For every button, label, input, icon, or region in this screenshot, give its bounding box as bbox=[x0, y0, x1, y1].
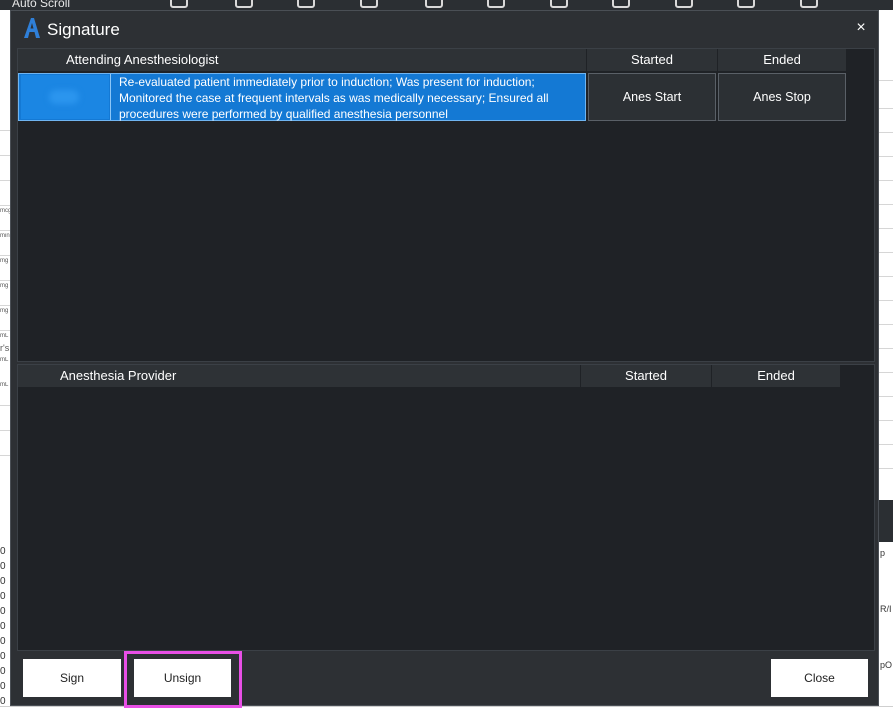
lungs-icon[interactable] bbox=[360, 0, 378, 8]
grid-line bbox=[879, 252, 893, 253]
grid-line bbox=[879, 468, 893, 469]
autoscroll-label[interactable]: Auto Scroll bbox=[12, 0, 70, 10]
grid-line bbox=[879, 372, 893, 373]
grid-line bbox=[879, 108, 893, 109]
grid-line bbox=[879, 324, 893, 325]
grid-line bbox=[879, 204, 893, 205]
provider-name-redacted bbox=[21, 75, 109, 119]
vial-icon[interactable] bbox=[550, 0, 568, 8]
grid-line bbox=[879, 420, 893, 421]
ended-header: Ended bbox=[712, 365, 840, 387]
background-toolbar: Auto Scroll bbox=[0, 0, 893, 10]
grid-value: 0 bbox=[0, 681, 6, 692]
grid-line bbox=[879, 132, 893, 133]
grid-line bbox=[879, 300, 893, 301]
grid-value: 0 bbox=[0, 561, 6, 572]
edit-icon[interactable] bbox=[737, 0, 755, 8]
signature-dialog: Signature × Attending Anesthesiologist S… bbox=[10, 10, 879, 708]
close-icon[interactable]: × bbox=[852, 19, 870, 37]
dialog-titlebar[interactable]: Signature × bbox=[11, 11, 878, 47]
ended-header: Ended bbox=[718, 49, 846, 71]
grid-value: 0 bbox=[0, 606, 6, 617]
grid-value: 0 bbox=[0, 621, 6, 632]
sign-button[interactable]: Sign bbox=[23, 659, 121, 697]
add-person-icon[interactable] bbox=[612, 0, 630, 8]
grid-line bbox=[879, 180, 893, 181]
attending-header: Attending Anesthesiologist bbox=[18, 49, 586, 71]
attending-panel: Attending Anesthesiologist Started Ended… bbox=[17, 48, 875, 362]
background-right-dark-strip bbox=[879, 500, 893, 542]
grid-line bbox=[879, 444, 893, 445]
grid-value: 0 bbox=[0, 576, 6, 587]
provider-header: Anesthesia Provider bbox=[18, 365, 580, 387]
side-label: pO bbox=[880, 660, 893, 670]
grid-line bbox=[879, 276, 893, 277]
export-icon[interactable] bbox=[675, 0, 693, 8]
grid-value: 0 bbox=[0, 636, 6, 647]
grid-value: 0 bbox=[0, 651, 6, 662]
side-label: R/I bbox=[880, 604, 892, 614]
grid-value: 0 bbox=[0, 666, 6, 677]
anes-stop-button[interactable]: Anes Stop bbox=[718, 73, 846, 121]
grid-line bbox=[879, 228, 893, 229]
grid-line bbox=[879, 348, 893, 349]
started-header: Started bbox=[581, 365, 711, 387]
more-icon[interactable] bbox=[800, 0, 818, 8]
grid-value: 0 bbox=[0, 591, 6, 602]
row-divider bbox=[110, 74, 111, 120]
document-icon[interactable] bbox=[487, 0, 505, 8]
started-header: Started bbox=[587, 49, 717, 71]
anes-start-button[interactable]: Anes Start bbox=[588, 73, 716, 121]
attestation-statement: Re-evaluated patient immediately prior t… bbox=[119, 75, 549, 121]
grid-line bbox=[879, 156, 893, 157]
app-logo-icon bbox=[24, 18, 40, 38]
side-label: p bbox=[880, 548, 886, 558]
dialog-title: Signature bbox=[47, 20, 120, 39]
rx-icon[interactable] bbox=[425, 0, 443, 8]
unsign-button[interactable]: Unsign bbox=[134, 659, 231, 697]
provider-panel: Anesthesia Provider Started Ended bbox=[17, 364, 875, 651]
pen-icon[interactable] bbox=[235, 0, 253, 8]
grid-line bbox=[879, 80, 893, 81]
grid-line bbox=[879, 396, 893, 397]
drop-icon[interactable] bbox=[297, 0, 315, 8]
attending-row[interactable]: Re-evaluated patient immediately prior t… bbox=[18, 73, 586, 121]
monitor-icon[interactable] bbox=[170, 0, 188, 8]
grid-value: 0 bbox=[0, 546, 6, 557]
close-button[interactable]: Close bbox=[771, 659, 868, 697]
